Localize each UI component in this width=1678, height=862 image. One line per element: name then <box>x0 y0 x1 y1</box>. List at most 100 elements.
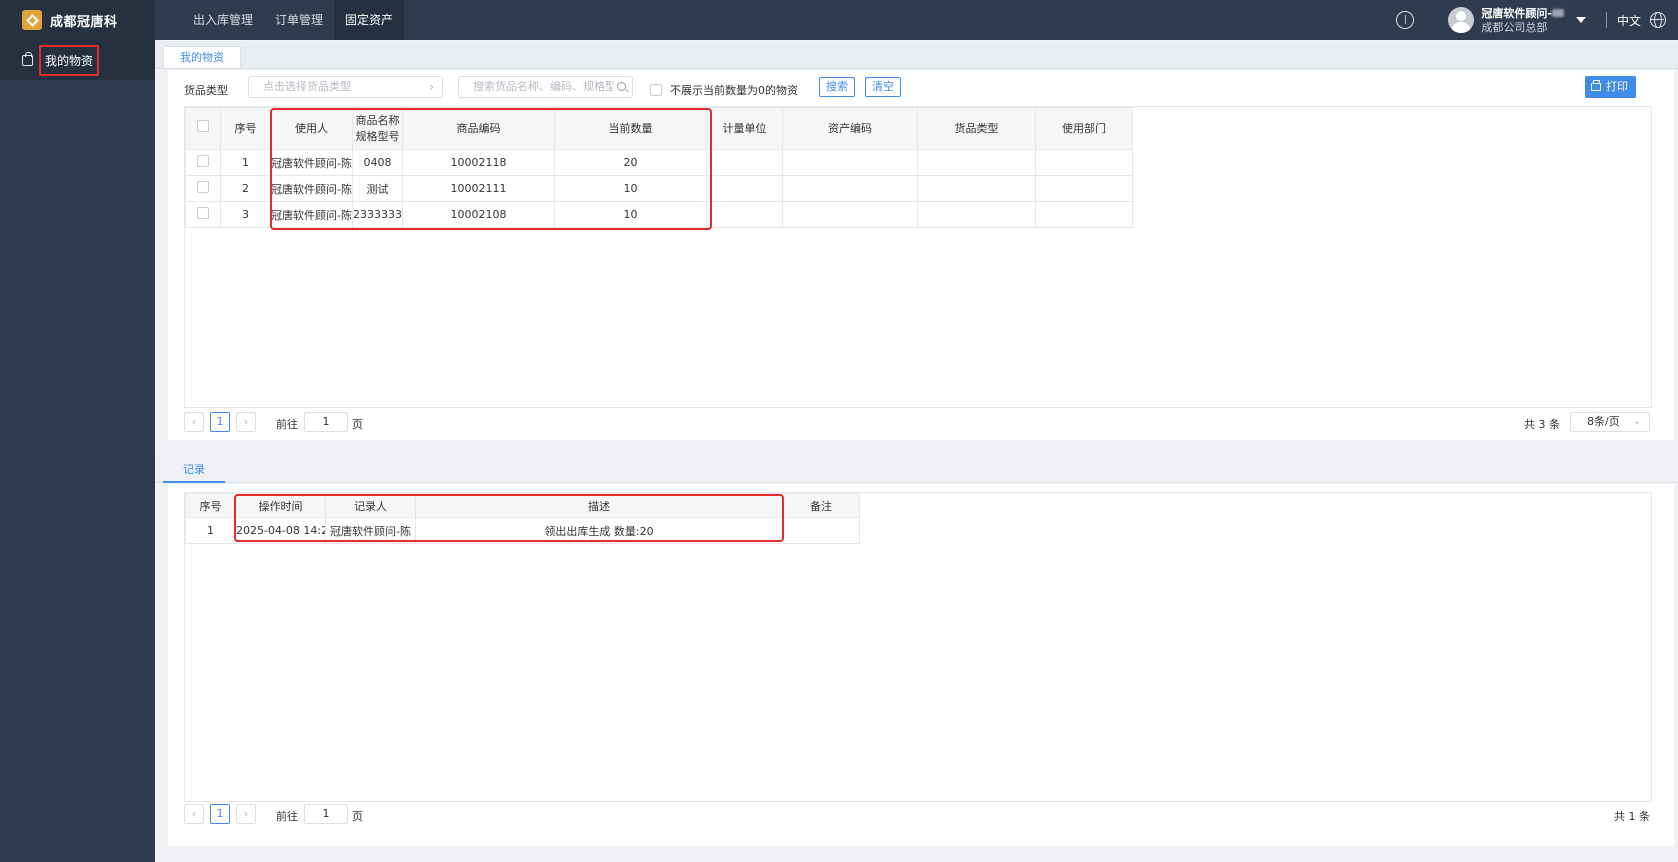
print-button[interactable]: 打印 <box>1585 76 1636 98</box>
prev-page-button[interactable]: ‹ <box>184 412 204 432</box>
search-icon[interactable] <box>617 82 626 91</box>
table-row[interactable]: 1 2025-04-08 14:2 冠唐软件顾问-陈 领出出库生成 数量:20 <box>185 517 860 544</box>
table-row[interactable]: 2 冠唐软件顾问-陈 测试 10002111 10 <box>185 175 1133 202</box>
total-count: 共 1 条 <box>1614 810 1650 823</box>
divider <box>1605 12 1607 28</box>
cell-name: 测试 <box>352 175 403 202</box>
type-placeholder: 点击选择货品类型 <box>263 80 351 93</box>
search-button[interactable]: 搜索 <box>819 77 855 97</box>
col-unit: 计量单位 <box>706 107 783 150</box>
brand-name: 成都冠唐科 <box>50 14 118 30</box>
table-header-row: 序号 操作时间 记录人 描述 备注 <box>185 493 860 518</box>
cell-time: 2025-04-08 14:2 <box>235 517 326 544</box>
cell-type <box>917 201 1036 228</box>
hide-zero-label: 不展示当前数量为0的物资 <box>670 84 798 97</box>
cell-code: 10002111 <box>402 175 555 202</box>
top-nav-inout[interactable]: 出入库管理 <box>182 0 264 40</box>
page-suffix: 页 <box>352 418 363 431</box>
select-all-cell[interactable] <box>185 107 221 150</box>
col-qty: 当前数量 <box>554 107 707 150</box>
language-switch[interactable]: 中文 <box>1617 12 1641 29</box>
col-spec: 规格型号 <box>355 129 400 143</box>
tab-my-assets[interactable]: 我的物资 <box>163 46 241 68</box>
tab-records[interactable]: 记录 <box>163 457 225 483</box>
power-icon[interactable]: | <box>1396 11 1415 29</box>
prev-page-button[interactable]: ‹ <box>184 804 204 824</box>
checkbox[interactable] <box>197 155 209 167</box>
col-index: 序号 <box>220 107 271 150</box>
checkbox[interactable] <box>197 181 209 193</box>
chevron-down-icon: ⌄ <box>1632 416 1641 427</box>
user-info[interactable]: 冠唐软件顾问- 成都公司总部 <box>1481 6 1564 35</box>
row-select[interactable] <box>185 175 221 202</box>
filter-bar: 货品类型 点击选择货品类型 › 搜索货品名称、编码、规格型号 不展示当前数量为0… <box>168 70 1674 106</box>
table-row[interactable]: 3 冠唐软件顾问-陈 23333333 10002108 10 <box>185 201 1133 228</box>
current-page[interactable]: 1 <box>210 412 230 432</box>
print-label: 打印 <box>1606 80 1628 93</box>
row-select[interactable] <box>185 201 221 228</box>
cell-qty: 20 <box>554 149 707 176</box>
hide-zero-checkbox[interactable]: 不展示当前数量为0的物资 <box>650 82 798 98</box>
records-pagination: ‹ 1 › 前往 1 页 共 1 条 <box>184 804 1652 826</box>
globe-icon[interactable] <box>1650 12 1666 28</box>
cell-user: 冠唐软件顾问-陈 <box>270 149 353 176</box>
top-nav-fixed-assets[interactable]: 固定资产 <box>334 0 405 40</box>
col-note: 备注 <box>782 493 860 518</box>
col-time: 操作时间 <box>235 493 326 518</box>
sidebar: 我的物资 <box>0 40 155 862</box>
page-size-value: 8条/页 <box>1587 415 1620 428</box>
col-code: 商品编码 <box>402 107 555 150</box>
row-select[interactable] <box>185 149 221 176</box>
cell-index: 3 <box>220 201 271 228</box>
cell-qty: 10 <box>554 175 707 202</box>
cell-note <box>782 517 860 544</box>
goto-label: 前往 <box>276 810 298 823</box>
assets-pagination: ‹ 1 › 前往 1 页 共 3 条 8条/页 ⌄ <box>184 412 1652 434</box>
clear-button[interactable]: 清空 <box>865 77 901 97</box>
top-nav-orders[interactable]: 订单管理 <box>264 0 334 40</box>
col-index: 序号 <box>185 493 236 518</box>
user-org: 成都公司总部 <box>1481 20 1548 34</box>
assets-table: 序号 使用人 商品名称 规格型号 商品编码 当前数量 计量单位 资产编码 货品类… <box>184 106 1652 408</box>
col-asset-code: 资产编码 <box>782 107 918 150</box>
cell-index: 1 <box>220 149 271 176</box>
cell-recorder: 冠唐软件顾问-陈 <box>325 517 416 544</box>
type-select[interactable]: 点击选择货品类型 › <box>248 76 443 98</box>
user-name: 冠唐软件顾问- <box>1481 6 1552 20</box>
bag-icon <box>22 51 33 66</box>
goto-page-input[interactable]: 1 <box>304 804 348 824</box>
records-panel: 序号 操作时间 记录人 描述 备注 1 2025-04-08 14:2 冠唐软件… <box>168 484 1674 846</box>
checkbox[interactable] <box>197 207 209 219</box>
next-page-button[interactable]: › <box>236 412 256 432</box>
cell-asset-code <box>782 149 918 176</box>
type-label: 货品类型 <box>184 84 228 97</box>
brand-logo-icon <box>22 10 42 30</box>
goto-label: 前往 <box>276 418 298 431</box>
current-page[interactable]: 1 <box>210 804 230 824</box>
chevron-down-icon[interactable] <box>1575 17 1586 23</box>
records-table: 序号 操作时间 记录人 描述 备注 1 2025-04-08 14:2 冠唐软件… <box>184 492 1652 802</box>
cell-dept <box>1035 149 1133 176</box>
checkbox[interactable] <box>650 84 662 96</box>
cell-type <box>917 175 1036 202</box>
printer-icon <box>1591 80 1601 91</box>
brand[interactable]: 成都冠唐科 <box>0 0 155 40</box>
col-recorder: 记录人 <box>325 493 416 518</box>
avatar[interactable] <box>1448 7 1475 33</box>
cell-qty: 10 <box>554 201 707 228</box>
sidebar-item-my-assets[interactable]: 我的物资 <box>0 40 155 80</box>
col-dept: 使用部门 <box>1035 107 1133 150</box>
col-type: 货品类型 <box>917 107 1036 150</box>
table-row[interactable]: 1 冠唐软件顾问-陈 0408 10002118 20 <box>185 149 1133 176</box>
next-page-button[interactable]: › <box>236 804 256 824</box>
page-size-select[interactable]: 8条/页 ⌄ <box>1570 412 1650 432</box>
checkbox[interactable] <box>197 120 209 132</box>
search-input[interactable]: 搜索货品名称、编码、规格型号 <box>458 76 633 98</box>
cell-dept <box>1035 201 1133 228</box>
goto-page-input[interactable]: 1 <box>304 412 348 432</box>
cell-unit <box>706 201 783 228</box>
assets-panel: 货品类型 点击选择货品类型 › 搜索货品名称、编码、规格型号 不展示当前数量为0… <box>168 70 1674 440</box>
total-count: 共 3 条 <box>1524 418 1560 431</box>
search-placeholder: 搜索货品名称、编码、规格型号 <box>473 80 613 93</box>
col-user: 使用人 <box>270 107 353 150</box>
